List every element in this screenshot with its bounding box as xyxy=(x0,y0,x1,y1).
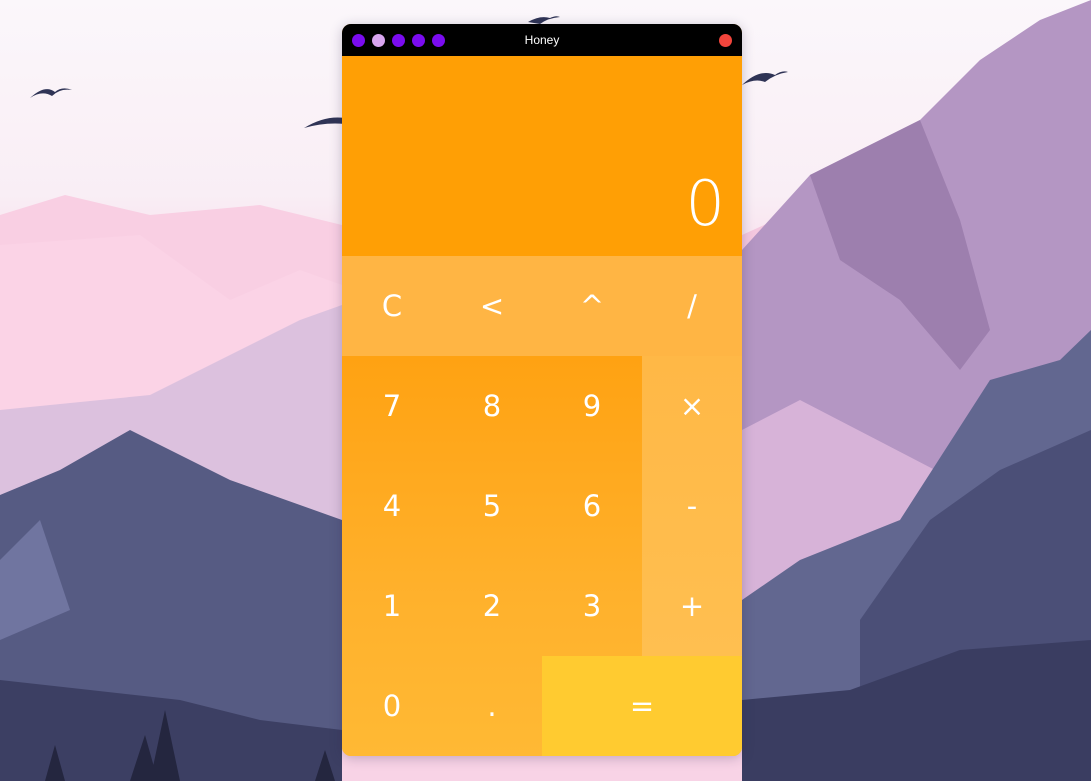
subtract-button[interactable]: - xyxy=(642,456,742,556)
digit-0-button[interactable]: 0 xyxy=(342,656,442,756)
digit-3-button[interactable]: 3 xyxy=(542,556,642,656)
calculator-window: Honey 0 C < ^ / 7 8 9 × 4 5 6 - 1 2 3 + … xyxy=(342,24,742,756)
backspace-button[interactable]: < xyxy=(442,256,542,356)
decimal-button[interactable]: . xyxy=(442,656,542,756)
add-button[interactable]: + xyxy=(642,556,742,656)
divide-button[interactable]: / xyxy=(642,256,742,356)
digit-2-button[interactable]: 2 xyxy=(442,556,542,656)
digit-8-button[interactable]: 8 xyxy=(442,356,542,456)
window-title: Honey xyxy=(524,33,560,47)
desktop: Honey 0 C < ^ / 7 8 9 × 4 5 6 - 1 2 3 + … xyxy=(0,0,1091,781)
digit-4-button[interactable]: 4 xyxy=(342,456,442,556)
digit-7-button[interactable]: 7 xyxy=(342,356,442,456)
digit-6-button[interactable]: 6 xyxy=(542,456,642,556)
result-display: 0 xyxy=(342,56,742,256)
title-bar[interactable]: Honey xyxy=(342,24,742,56)
clear-button[interactable]: C xyxy=(342,256,442,356)
close-icon[interactable] xyxy=(719,34,732,47)
display-value: 0 xyxy=(685,167,725,240)
digit-9-button[interactable]: 9 xyxy=(542,356,642,456)
equals-button[interactable]: = xyxy=(542,656,742,756)
digit-1-button[interactable]: 1 xyxy=(342,556,442,656)
power-button[interactable]: ^ xyxy=(542,256,642,356)
multiply-button[interactable]: × xyxy=(642,356,742,456)
digit-5-button[interactable]: 5 xyxy=(442,456,542,556)
